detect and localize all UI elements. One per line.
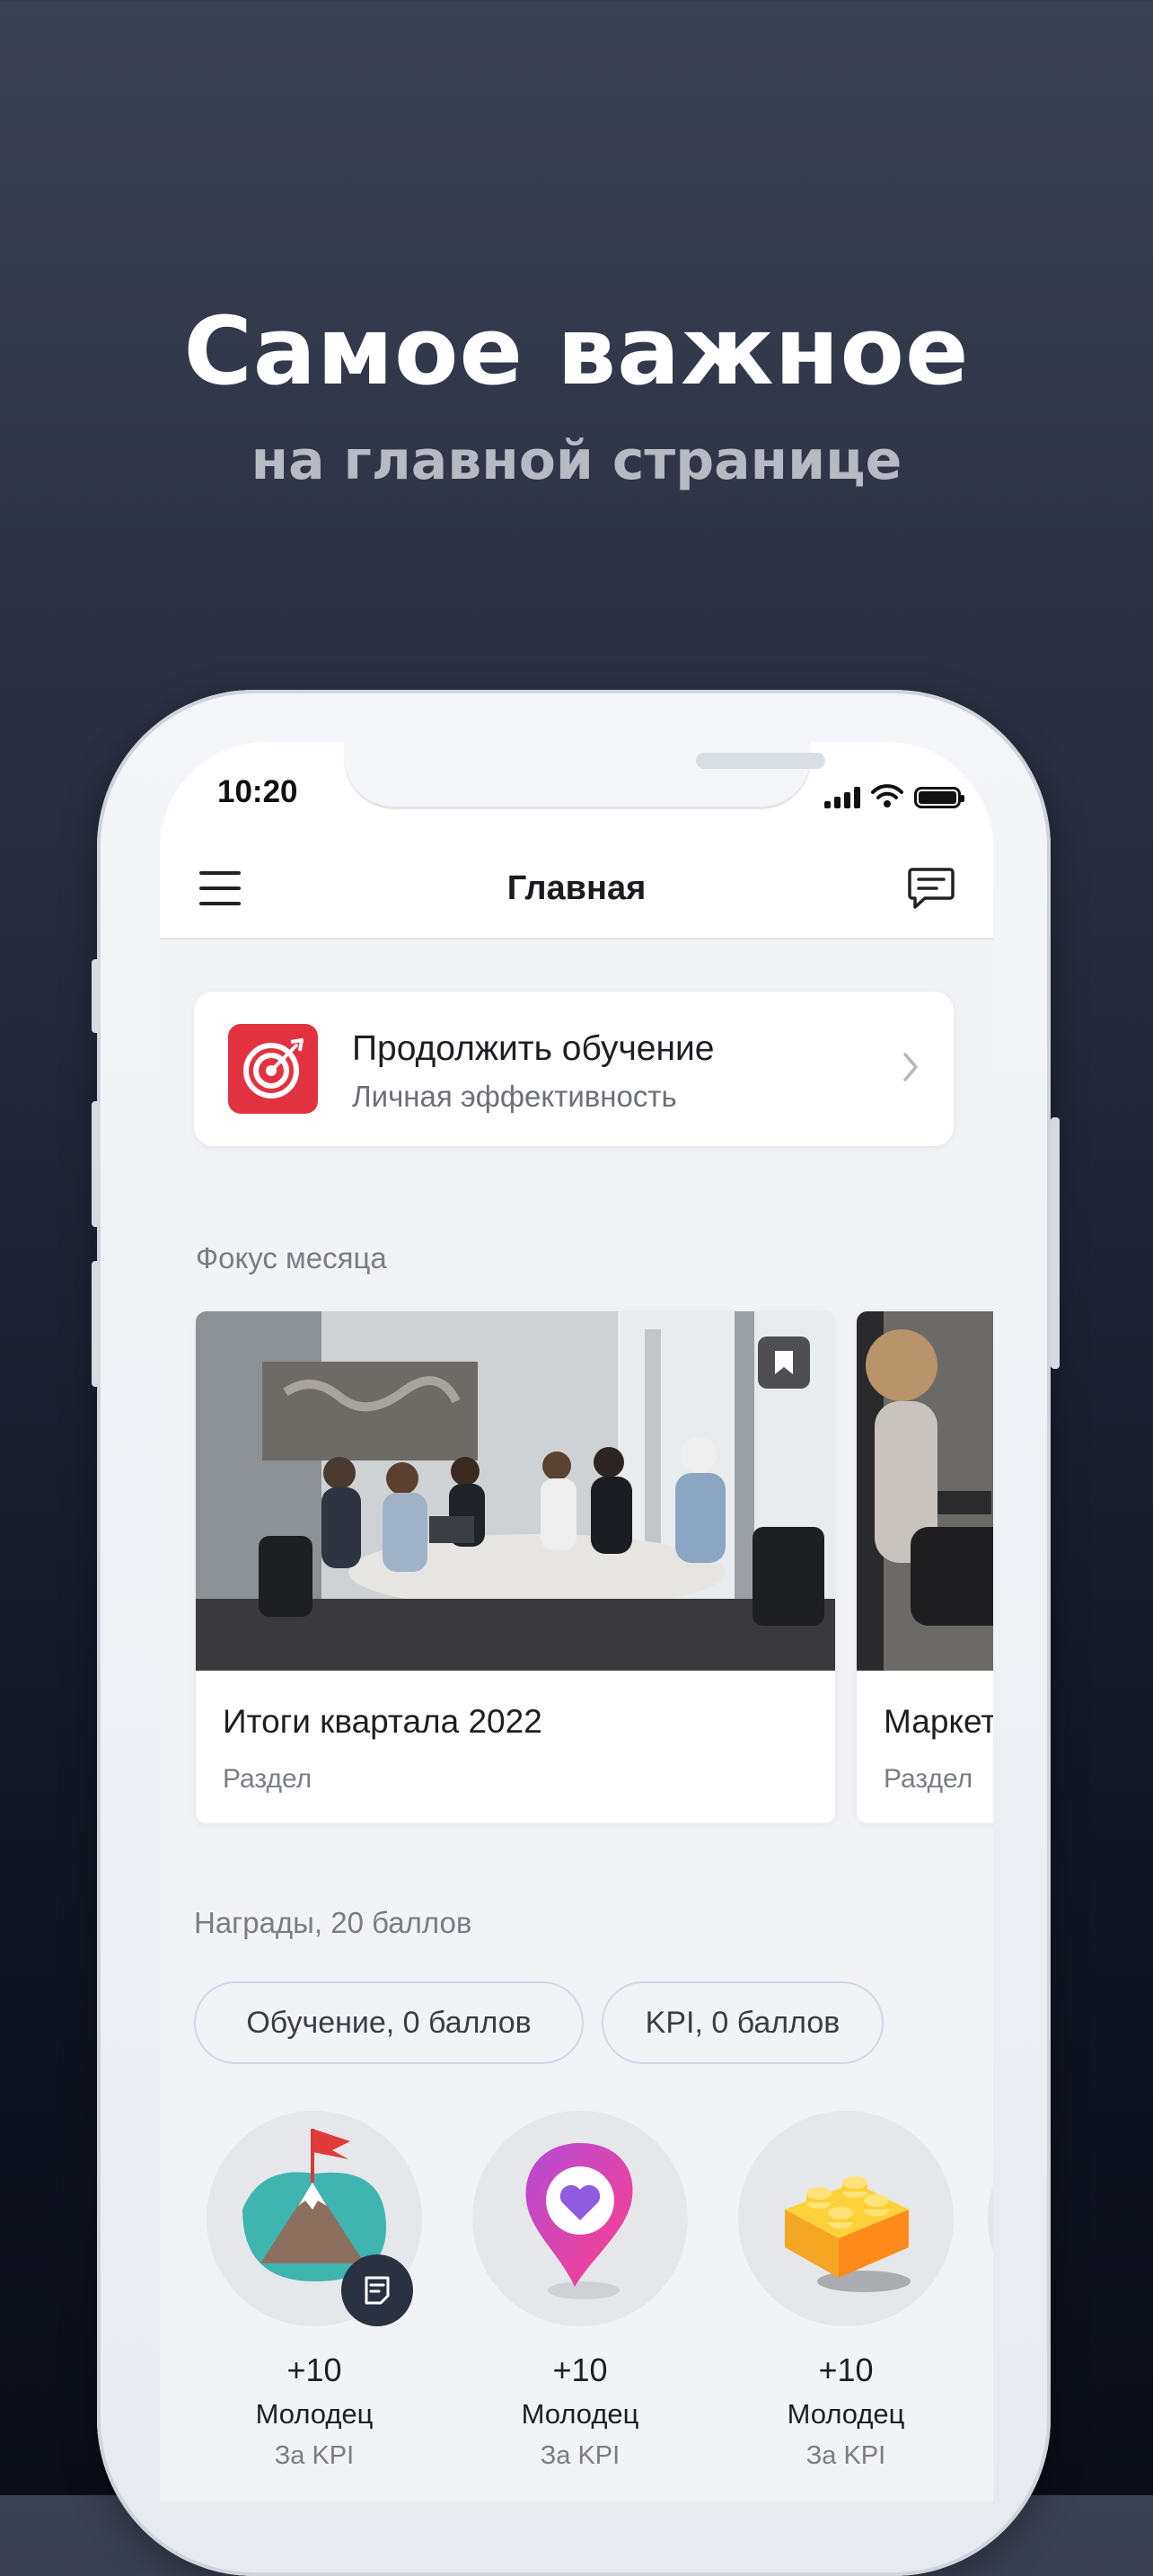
phone-volume-down	[92, 1261, 101, 1387]
phone-screen: 10:20 Главная Продолжить обучение Личная…	[160, 742, 993, 2502]
focus-card-subtitle: Раздел	[223, 1764, 312, 1794]
award-reason: За KPI	[540, 2441, 621, 2470]
award-badge-circle	[207, 2111, 422, 2326]
award-name: Молодец	[255, 2398, 374, 2430]
awards-section-title: Награды, 20 баллов	[194, 1906, 472, 1939]
phone-silent-switch	[92, 959, 101, 1033]
app-header: Главная	[160, 839, 993, 940]
focus-section-title: Фокус месяца	[196, 1241, 387, 1275]
focus-card[interactable]: Итоги квартала 2022 Раздел	[196, 1311, 835, 1823]
status-time: 10:20	[217, 774, 298, 809]
award-reason: За KPI	[805, 2441, 886, 2470]
lego-brick-icon	[785, 2176, 911, 2292]
phone-power-button	[1051, 1117, 1060, 1369]
award-reason: За KPI	[274, 2441, 355, 2470]
note-icon	[341, 2254, 413, 2326]
award-badge-circle	[472, 2111, 688, 2326]
award-item[interactable]: +10 Молодец За KPI	[738, 2111, 954, 2471]
continue-learning-title: Продолжить обучение	[352, 1029, 715, 1068]
promo-headline: Самое важное	[183, 296, 970, 406]
chevron-right-icon	[903, 1053, 918, 1081]
target-icon	[228, 1024, 318, 1114]
cellular-signal-icon	[824, 787, 860, 808]
award-name: Молодец	[787, 2398, 905, 2430]
award-points: +10	[286, 2351, 342, 2388]
award-points: +10	[818, 2351, 874, 2388]
status-icons	[824, 778, 964, 808]
awards-chip-kpi[interactable]: KPI, 0 баллов	[602, 1981, 884, 2064]
battery-icon	[914, 787, 964, 808]
wifi-icon	[871, 784, 903, 807]
phone-volume-up	[92, 1101, 101, 1227]
continue-learning-card[interactable]: Продолжить обучение Личная эффективность	[194, 992, 954, 1146]
award-item-partial	[988, 2111, 993, 2326]
meeting-photo	[196, 1311, 835, 1671]
phone-notch	[344, 742, 825, 807]
award-badge-circle	[738, 2111, 954, 2326]
promo-subheadline: на главной странице	[251, 429, 902, 492]
focus-card-title: Маркет	[884, 1703, 993, 1740]
focus-card-subtitle: Раздел	[884, 1764, 973, 1794]
award-item[interactable]: +10 Молодец За KPI	[207, 2111, 422, 2471]
bookmark-icon[interactable]	[758, 1337, 810, 1389]
chat-icon[interactable]	[907, 866, 955, 911]
heart-pin-icon	[525, 2143, 633, 2299]
awards-chip-learning[interactable]: Обучение, 0 баллов	[194, 1981, 584, 2064]
meeting-photo	[857, 1311, 993, 1671]
focus-card-title: Итоги квартала 2022	[223, 1703, 542, 1740]
page-title: Главная	[506, 869, 647, 907]
award-points: +10	[552, 2351, 608, 2388]
continue-learning-course: Личная эффективность	[352, 1080, 677, 1113]
focus-card[interactable]: Маркет Раздел	[857, 1311, 993, 1823]
phone-speaker	[696, 753, 825, 769]
award-name: Молодец	[521, 2398, 639, 2430]
award-item[interactable]: +10 Молодец За KPI	[472, 2111, 688, 2471]
